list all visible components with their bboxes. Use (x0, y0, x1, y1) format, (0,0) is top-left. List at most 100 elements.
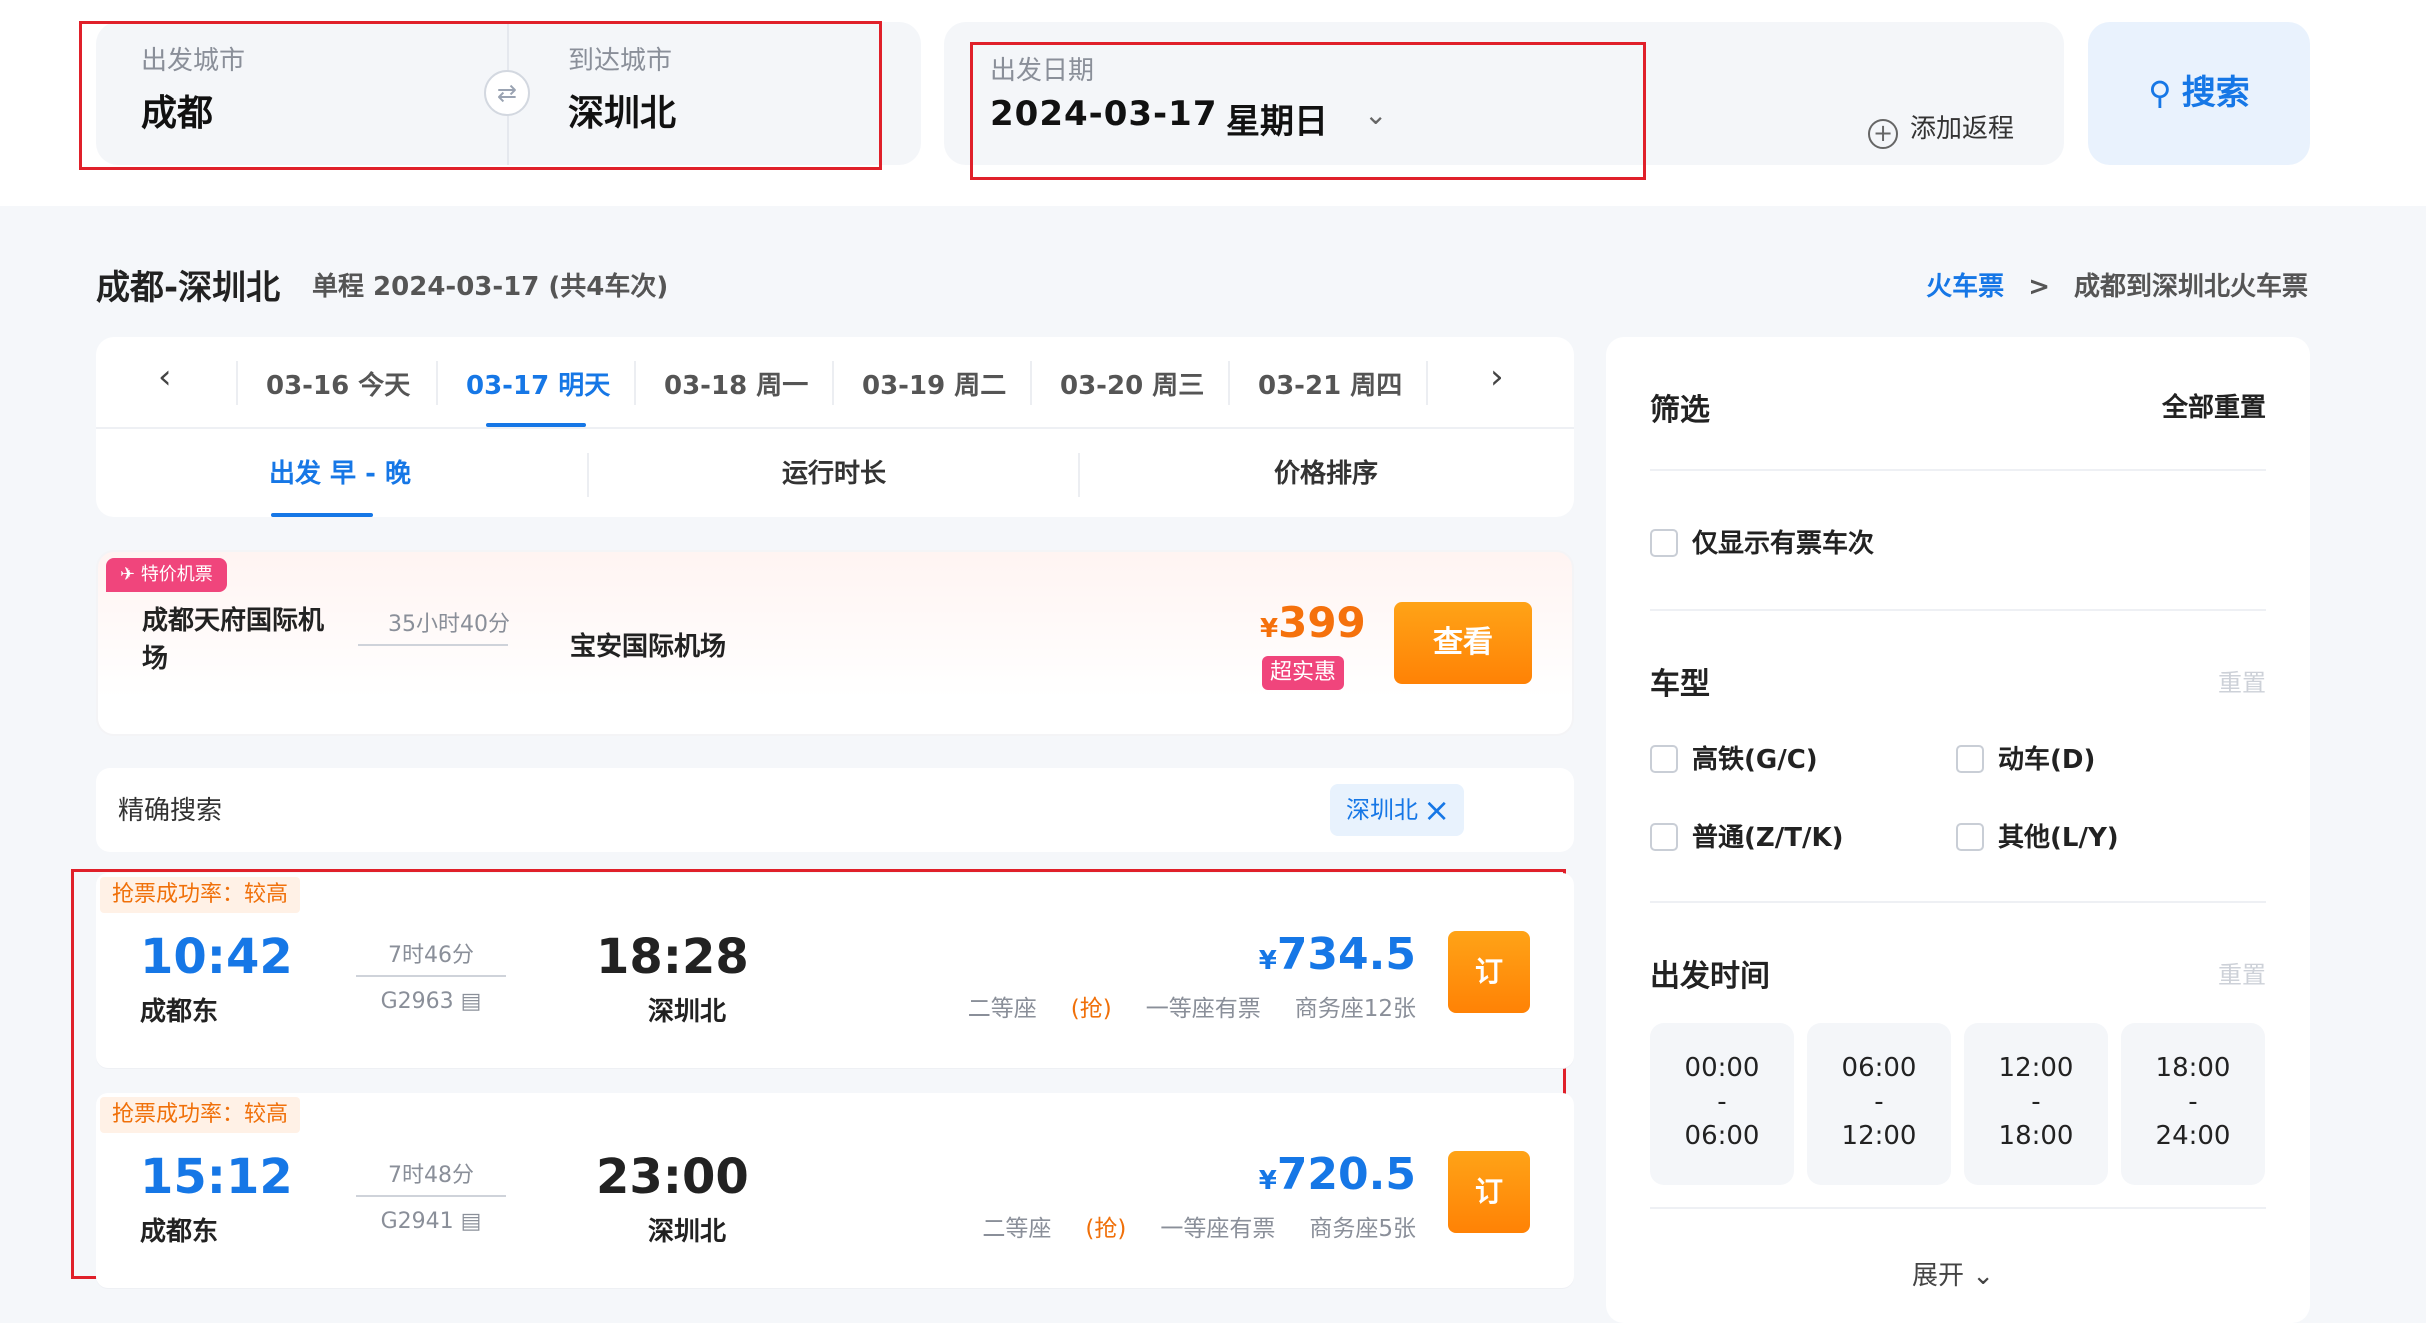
filter-title: 筛选 (1650, 393, 1710, 428)
date-tab[interactable]: 03-19 周二 (862, 365, 1006, 402)
train-number-text: G2941 (380, 1209, 454, 1234)
type-label: 其他(L/Y) (1998, 823, 2119, 853)
tab-divider (1078, 453, 1080, 497)
info-card-icon: ▤ (460, 1209, 482, 1234)
reset-all-button[interactable]: 全部重置 (2162, 387, 2266, 424)
sort-tab-departure[interactable]: 出发 早 - 晚 (269, 453, 411, 490)
flight-duration: 35小时40分 (388, 612, 510, 637)
add-return-button[interactable]: + 添加返程 (1868, 108, 2014, 149)
divider (1650, 609, 2266, 611)
active-tab-underline (486, 423, 586, 427)
train-row[interactable]: 抢票成功率：较高 15:12 成都东 7时48分 G2941 ▤ 23:00 深… (96, 1093, 1574, 1288)
tab-divider (832, 361, 834, 405)
slot-start: 06:00 (1841, 1053, 1917, 1083)
add-return-label: 添加返程 (1910, 114, 2015, 144)
train-number[interactable]: G2941 ▤ (356, 1209, 506, 1234)
only-available-checkbox[interactable]: 仅显示有票车次 (1650, 523, 1874, 560)
page-title: 成都-深圳北 (96, 268, 281, 308)
seat-status: (抢) (1085, 1216, 1127, 1242)
type-checkbox-ly[interactable]: 其他(L/Y) (1956, 817, 2119, 854)
sort-tab-duration[interactable]: 运行时长 (782, 453, 886, 490)
checkbox[interactable] (1956, 745, 1984, 773)
view-flight-button[interactable]: 查看 (1394, 602, 1532, 684)
date-tab[interactable]: 03-16 今天 (266, 365, 410, 402)
book-button[interactable]: 订 (1448, 931, 1530, 1013)
tab-divider (1030, 361, 1032, 405)
chevron-left-icon[interactable]: ‹ (158, 357, 172, 397)
time-slot-option[interactable]: 18:00 - 24:00 (2121, 1023, 2265, 1185)
highlight-box-cities (79, 21, 882, 170)
checkbox[interactable] (1650, 529, 1678, 557)
book-button[interactable]: 订 (1448, 1151, 1530, 1233)
expand-button[interactable]: 展开 ⌄ (1912, 1255, 1994, 1292)
info-card-icon: ▤ (460, 989, 482, 1014)
precise-search-label: 精确搜索 (118, 796, 223, 826)
breadcrumb: 火车票 > 成都到深圳北火车票 (1926, 266, 2308, 303)
search-button[interactable]: ⚲ 搜索 (2088, 22, 2310, 165)
close-icon[interactable]: × (1423, 784, 1450, 836)
checkbox[interactable] (1956, 823, 1984, 851)
slot-dash: - (2188, 1087, 2198, 1117)
slot-start: 00:00 (1684, 1053, 1760, 1083)
highlight-box-date (970, 42, 1646, 180)
seat-status: (抢) (1070, 996, 1112, 1022)
train-number[interactable]: G2963 ▤ (356, 989, 506, 1014)
type-checkbox-d[interactable]: 动车(D) (1956, 739, 2095, 776)
tab-divider (236, 361, 238, 405)
slot-start: 18:00 (2155, 1053, 2231, 1083)
checkbox[interactable] (1650, 745, 1678, 773)
tab-divider (1426, 361, 1428, 405)
precise-search-bar: 精确搜索 深圳北 × (96, 768, 1574, 852)
date-tab-active[interactable]: 03-17 明天 (466, 365, 610, 402)
chevron-down-icon: ⌄ (1972, 1261, 1995, 1291)
checkbox[interactable] (1650, 823, 1678, 851)
station-chip-label: 深圳北 (1346, 796, 1418, 824)
slot-end: 18:00 (1998, 1121, 2074, 1151)
train-type-title: 车型 (1650, 667, 1710, 702)
departure-time-title: 出发时间 (1650, 959, 1770, 994)
flight-tag: ✈ 特价机票 (106, 558, 227, 592)
departure-station: 成都东 (140, 997, 219, 1027)
tab-divider (634, 361, 636, 405)
time-slot-option[interactable]: 00:00 - 06:00 (1650, 1023, 1794, 1185)
date-tab[interactable]: 03-18 周一 (664, 365, 808, 402)
breadcrumb-current: 成都到深圳北火车票 (2073, 272, 2308, 302)
filter-panel: 筛选 全部重置 仅显示有票车次 车型 重置 高铁(G/C) 动车(D) 普通(Z… (1606, 337, 2310, 1323)
seat-name: 二等座 (967, 996, 1037, 1022)
date-tab[interactable]: 03-21 周四 (1258, 365, 1402, 402)
train-type-reset-button[interactable]: 重置 (2218, 663, 2266, 698)
currency-symbol: ¥ (1260, 614, 1279, 644)
ticket-price-value: 720.5 (1276, 1149, 1416, 1200)
divider (1650, 901, 2266, 903)
type-checkbox-gc[interactable]: 高铁(G/C) (1650, 739, 1818, 776)
success-rate-tag: 抢票成功率：较高 (100, 1097, 301, 1133)
discount-badge: 超实惠 (1262, 656, 1345, 690)
departure-time: 10:42 (140, 929, 293, 985)
train-row[interactable]: 抢票成功率：较高 10:42 成都东 7时46分 G2963 ▤ 18:28 深… (96, 873, 1574, 1068)
time-slot-option[interactable]: 06:00 - 12:00 (1807, 1023, 1951, 1185)
currency-symbol: ¥ (1258, 946, 1277, 976)
divider (1650, 1207, 2266, 1209)
currency-symbol: ¥ (1258, 1166, 1277, 1196)
breadcrumb-link-train-tickets[interactable]: 火车票 (1926, 272, 2004, 302)
type-checkbox-ztk[interactable]: 普通(Z/T/K) (1650, 817, 1844, 854)
plus-circle-icon: + (1868, 119, 1898, 149)
slot-dash: - (1874, 1087, 1884, 1117)
departure-time-reset-button[interactable]: 重置 (2218, 955, 2266, 990)
first-class-seat: 一等座有票 (1160, 1216, 1276, 1242)
tab-divider (1228, 361, 1230, 405)
station-filter-chip[interactable]: 深圳北 × (1330, 784, 1464, 836)
sort-tab-price[interactable]: 价格排序 (1274, 453, 1378, 490)
seat-name: 二等座 (982, 1216, 1052, 1242)
date-tab[interactable]: 03-20 周三 (1060, 365, 1204, 402)
slot-dash: - (1717, 1087, 1727, 1117)
ticket-price-value: 734.5 (1276, 929, 1416, 980)
time-slot-option[interactable]: 12:00 - 18:00 (1964, 1023, 2108, 1185)
ticket-price: ¥734.5 (1259, 929, 1416, 980)
active-sort-underline (271, 513, 373, 517)
type-label: 高铁(G/C) (1692, 745, 1818, 775)
duration-line (356, 975, 506, 977)
chevron-right-icon[interactable]: › (1490, 357, 1504, 397)
tab-divider (436, 361, 438, 405)
arrival-time: 23:00 (596, 1149, 749, 1205)
